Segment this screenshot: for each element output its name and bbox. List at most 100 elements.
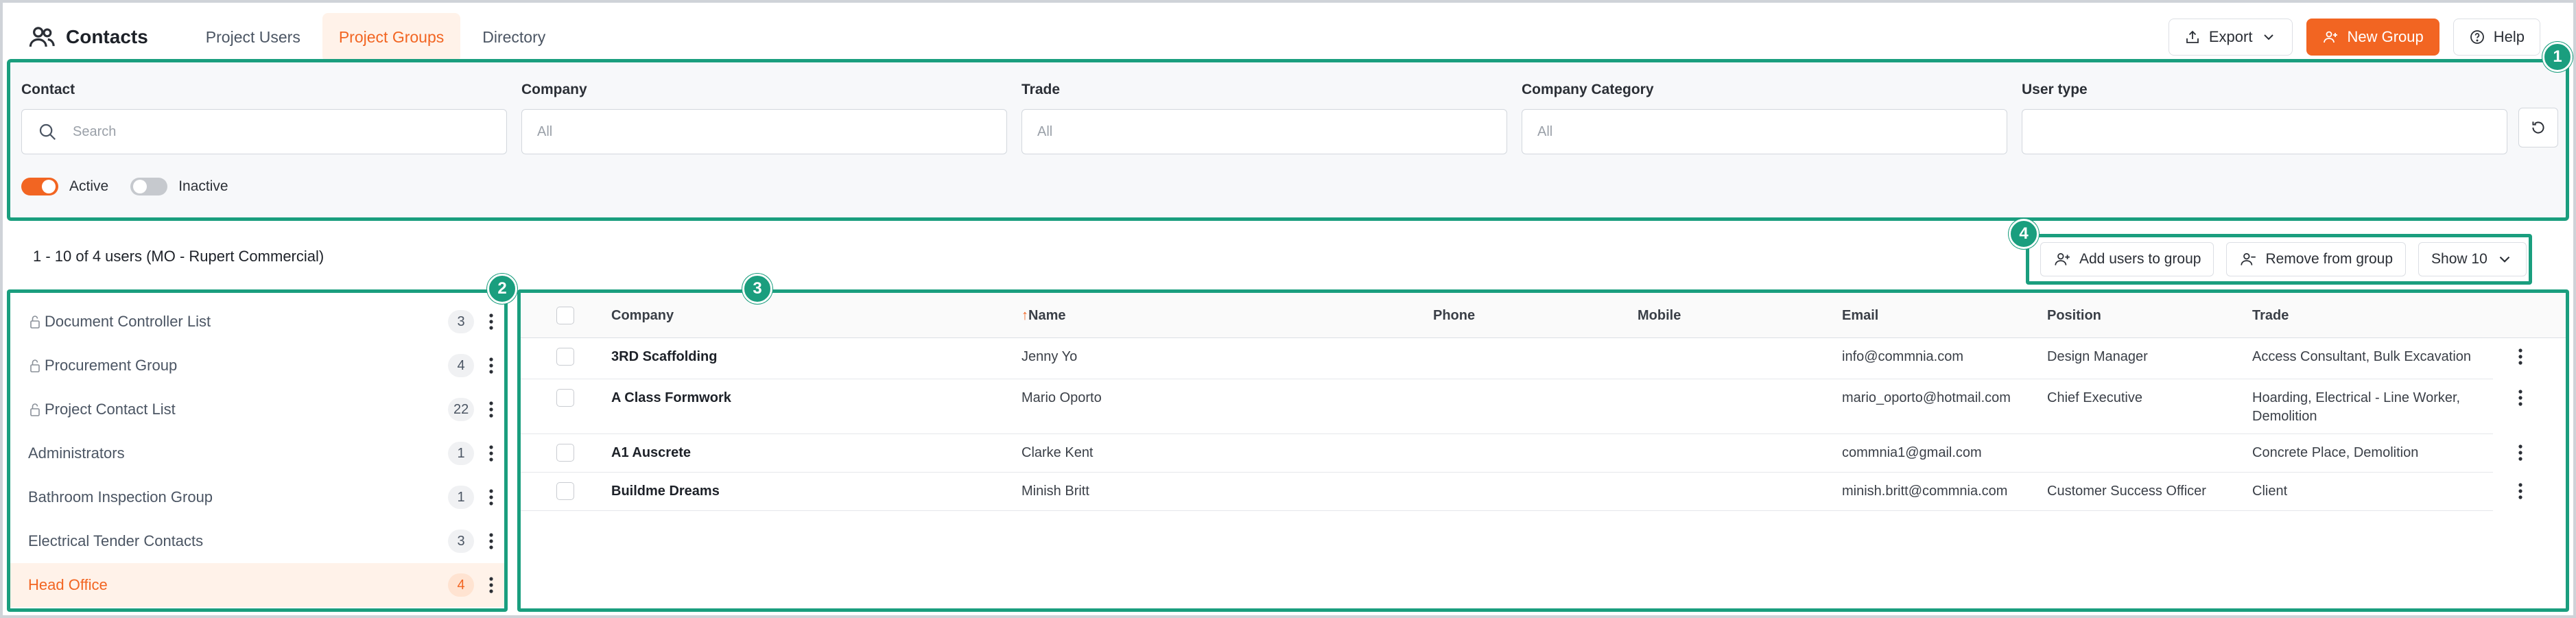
add-users-to-group-label: Add users to group	[2079, 251, 2201, 267]
results-summary: 1 - 10 of 4 users (MO - Rupert Commercia…	[33, 248, 324, 265]
trade-filter: Trade All	[1021, 82, 1507, 154]
reset-filters-button[interactable]	[2518, 108, 2558, 147]
brand: Contacts	[27, 23, 148, 51]
cell-name: Mario Oporto	[1021, 390, 1102, 405]
more-options-icon[interactable]	[2517, 442, 2524, 463]
active-switch[interactable]	[21, 178, 58, 195]
tab-project-users[interactable]: Project Users	[189, 13, 317, 62]
help-button[interactable]: Help	[2453, 19, 2540, 56]
cell-trade: Client	[2252, 482, 2479, 501]
row-checkbox[interactable]	[556, 389, 574, 407]
group-item[interactable]: Document Controller List 3	[10, 300, 504, 344]
column-trade[interactable]: Trade	[2252, 308, 2289, 324]
more-options-icon[interactable]	[488, 575, 495, 595]
contact-filter: Contact Search	[21, 82, 507, 154]
group-name: Bathroom Inspection Group	[28, 488, 213, 506]
group-item[interactable]: Procurement Group 4	[10, 344, 504, 388]
column-company[interactable]: Company	[611, 308, 674, 324]
table-row[interactable]: A1 Auscrete Clarke Kent commnia1@gmail.com…	[521, 434, 2522, 473]
more-options-icon[interactable]	[488, 531, 495, 551]
more-options-icon[interactable]	[488, 355, 495, 376]
company-filter-label: Company	[521, 82, 587, 97]
chevron-down-icon	[2264, 34, 2274, 40]
group-item[interactable]: Project Contact List 22	[10, 388, 504, 431]
cell-trade: Hoarding, Electrical - Line Worker, Demol…	[2252, 389, 2479, 426]
trade-line: Demolition	[2252, 409, 2317, 424]
more-options-icon[interactable]	[488, 487, 495, 508]
inactive-switch[interactable]	[130, 178, 168, 195]
table-row[interactable]: 3RD Scaffolding Jenny Yo info@commnia.com D…	[521, 338, 2522, 379]
add-users-to-group-button[interactable]: Add users to group	[2040, 242, 2214, 276]
company-filter: Company All	[521, 82, 1007, 154]
remove-from-group-button[interactable]: Remove from group	[2226, 242, 2407, 276]
group-name: Document Controller List	[45, 313, 211, 330]
column-email[interactable]: Email	[1842, 308, 1878, 324]
row-checkbox[interactable]	[556, 482, 574, 500]
table-row[interactable]: Buildme Dreams Minish Britt minish.britt@c…	[521, 473, 2522, 511]
group-item[interactable]: Electrical Tender Contacts 3	[10, 519, 504, 563]
cell-name: Jenny Yo	[1021, 349, 1078, 364]
add-user-icon	[2324, 31, 2338, 43]
contact-search-placeholder: Search	[73, 123, 117, 139]
group-name: Head Office	[28, 576, 108, 593]
tab-project-groups[interactable]: Project Groups	[322, 12, 461, 62]
user-type-select[interactable]	[2022, 109, 2507, 154]
trade-filter-label: Trade	[1021, 82, 1061, 97]
group-item[interactable]: Administrators 1	[10, 431, 504, 475]
cell-company: 3RD Scaffolding	[611, 349, 718, 364]
new-group-label: New Group	[2347, 28, 2424, 45]
group-member-count: 3	[448, 530, 474, 553]
trade-select-value: All	[1037, 123, 1053, 139]
column-mobile[interactable]: Mobile	[1638, 308, 1681, 324]
more-options-icon[interactable]	[488, 311, 495, 332]
active-toggle[interactable]: Active	[21, 178, 108, 195]
cell-name: Clarke Kent	[1021, 445, 1094, 460]
more-options-icon[interactable]	[2517, 346, 2524, 367]
contact-search-input[interactable]: Search	[21, 109, 507, 154]
row-checkbox[interactable]	[556, 444, 574, 462]
group-item[interactable]: Bathroom Inspection Group 1	[10, 475, 504, 519]
upload-icon	[2186, 30, 2199, 43]
chevron-down-icon	[2499, 256, 2510, 263]
group-list: Document Controller List 3 Procurement Gro…	[7, 289, 508, 612]
inactive-toggle[interactable]: Inactive	[130, 178, 228, 195]
select-all-checkbox[interactable]	[556, 307, 574, 324]
company-select[interactable]: All	[521, 109, 1007, 154]
column-name[interactable]: ↑Name	[1021, 308, 1065, 324]
inactive-toggle-label: Inactive	[178, 178, 228, 194]
new-group-button[interactable]: New Group	[2306, 19, 2439, 56]
cell-company: A Class Formwork	[611, 390, 731, 405]
export-button[interactable]: Export	[2168, 19, 2293, 56]
help-label: Help	[2493, 28, 2525, 45]
more-options-icon[interactable]	[2517, 481, 2524, 501]
annotation-badge-3: 3	[742, 274, 772, 304]
tab-directory[interactable]: Directory	[466, 13, 562, 62]
annotation-badge-1: 1	[2542, 42, 2573, 72]
page-size-value: Show 10	[2431, 251, 2488, 267]
company-category-select[interactable]: All	[1522, 109, 2007, 154]
remove-user-icon	[2241, 253, 2256, 265]
table-row[interactable]: A Class Formwork Mario Oporto mario_oporto…	[521, 379, 2522, 434]
group-item[interactable]: Head Office 4	[10, 563, 504, 607]
trade-select[interactable]: All	[1021, 109, 1507, 154]
column-phone[interactable]: Phone	[1433, 308, 1475, 324]
column-position[interactable]: Position	[2047, 308, 2101, 324]
cell-position: Design Manager	[2047, 349, 2148, 364]
trade-line: Concrete Place, Demolition	[2252, 445, 2419, 460]
more-options-icon[interactable]	[488, 443, 495, 464]
active-toggle-label: Active	[69, 178, 109, 194]
page-size-select[interactable]: Show 10	[2418, 242, 2527, 276]
trade-line: Client	[2252, 484, 2288, 499]
annotation-badge-2: 2	[487, 274, 517, 304]
group-name: Administrators	[28, 444, 125, 462]
annotation-badge-4: 4	[2009, 219, 2039, 249]
user-type-filter: User type	[2022, 82, 2507, 154]
more-options-icon[interactable]	[2517, 388, 2524, 408]
group-toolbar: Add users to group Remove from group Sho…	[2026, 234, 2532, 285]
cell-company: A1 Auscrete	[611, 445, 691, 460]
more-options-icon[interactable]	[488, 399, 495, 420]
cell-email: commnia1@gmail.com	[1842, 445, 1982, 460]
company-category-select-value: All	[1537, 123, 1553, 139]
page-title: Contacts	[66, 26, 148, 47]
row-checkbox[interactable]	[556, 348, 574, 366]
